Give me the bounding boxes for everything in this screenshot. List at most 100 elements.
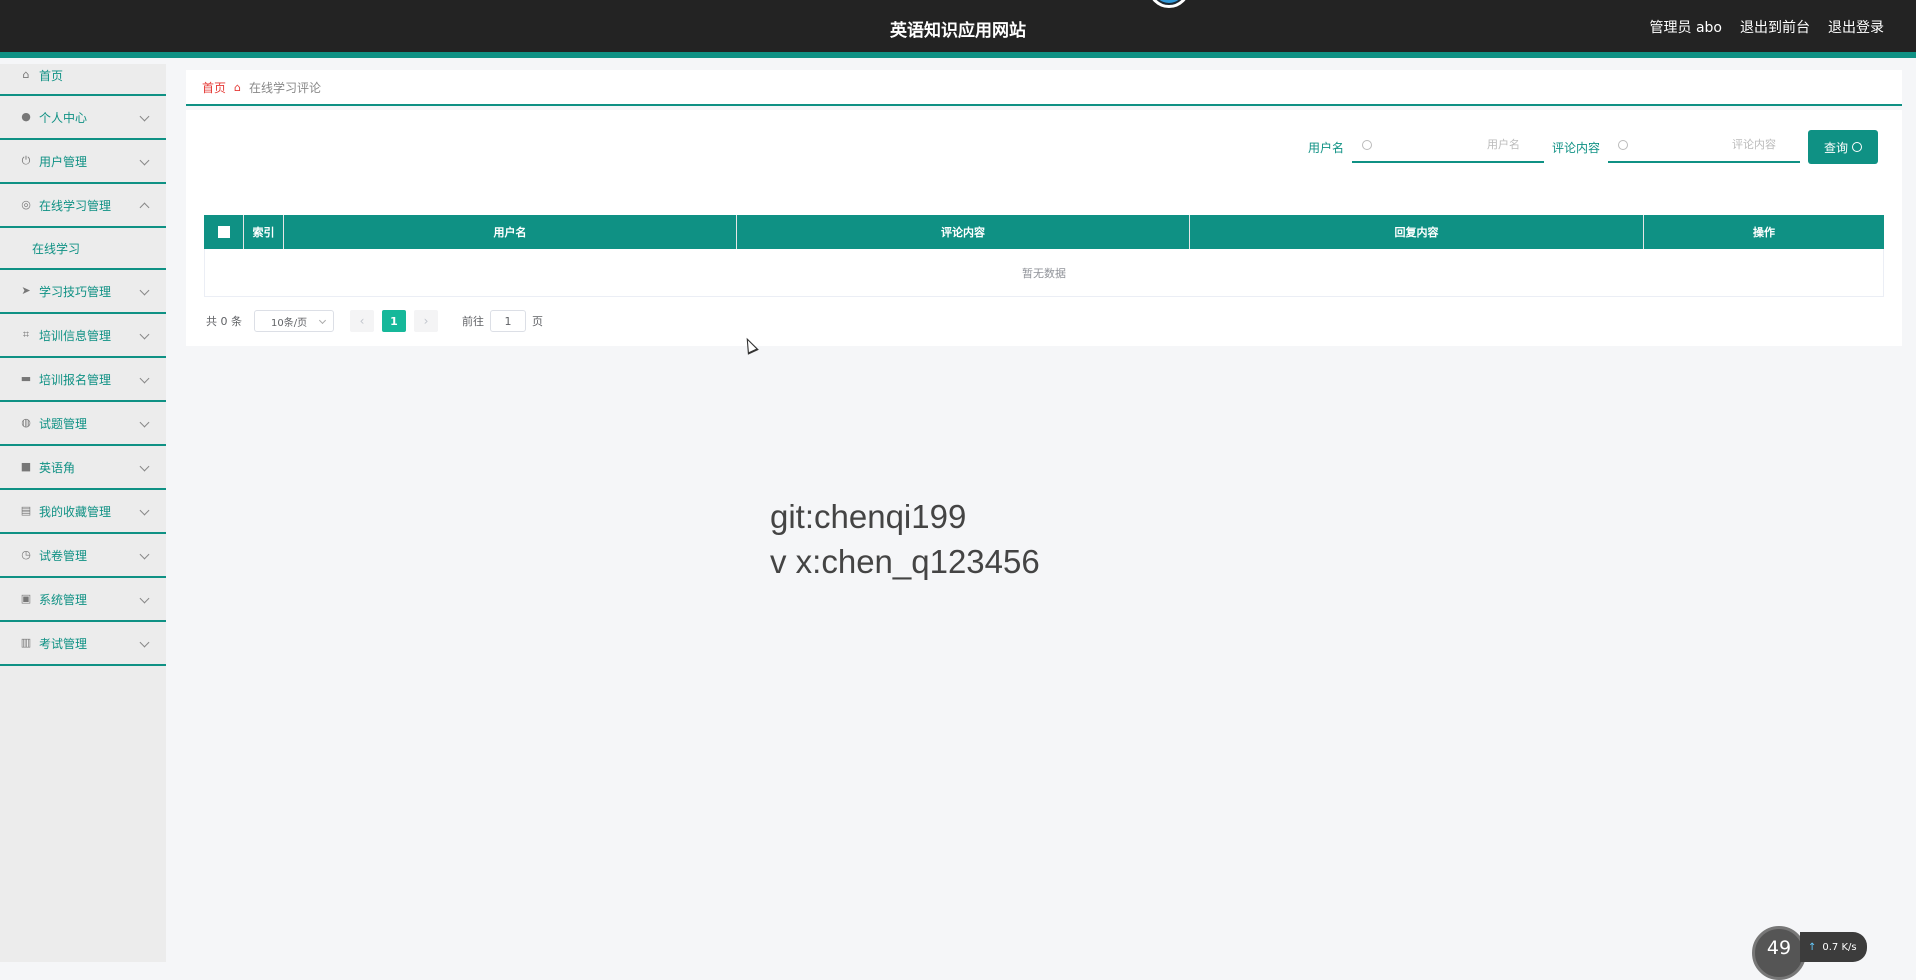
sidebar-item-exam-management[interactable]: ▥ 考试管理 [0,622,166,666]
query-button-label: 查询 [1823,140,1848,155]
header-actions: 管理员 abo 退出到前台 退出登录 [1650,17,1884,37]
main-panel: 用户名 评论内容 查询 索引 用户名 评论内容 回复内容 操作 暂无数据 共 0… [186,110,1902,346]
network-monitor: 49 ↑ 0.7 K/s [1752,922,1867,980]
page-number[interactable]: 1 [382,310,406,332]
sidebar-item-label: 系统管理 [39,592,88,607]
send-icon: ➤ [21,284,31,297]
clipboard-icon: ▥ [20,636,32,649]
col-comment: 评论内容 [737,215,1190,249]
logout-link[interactable]: 退出登录 [1828,17,1884,37]
sidebar-item-label: 培训信息管理 [39,328,112,343]
sidebar-item-user-management[interactable]: ⏻ 用户管理 [0,140,166,184]
sidebar-item-label: 首页 [39,68,64,83]
sidebar-item-label: 个人中心 [39,110,88,125]
chevron-down-icon [139,285,150,296]
user-icon: ● [21,110,31,123]
arrow-up-icon: ↑ [1808,941,1817,953]
sidebar-item-question-management[interactable]: ◍ 试题管理 [0,402,166,446]
watermark-text: git:chenqi199 v x:chen_q123456 [770,494,1040,584]
sidebar-item-paper-management[interactable]: ◷ 试卷管理 [0,534,166,578]
sidebar: ⌂ 首页 ● 个人中心 ⏻ 用户管理 ◎ 在线学习管理 在线学习 ➤ 学习技巧管… [0,64,166,962]
chevron-down-icon [139,417,150,428]
query-button[interactable]: 查询 [1808,130,1878,164]
sidebar-item-label: 培训报名管理 [39,372,112,387]
select-all-checkbox[interactable] [217,226,230,238]
power-icon: ⏻ [21,154,31,167]
chevron-up-icon [139,202,150,213]
comment-field [1608,131,1800,163]
search-icon [1852,142,1862,152]
chevron-down-icon [139,329,150,340]
sidebar-item-label: 学习技巧管理 [39,284,112,299]
sidebar-item-label: 英语角 [39,460,76,475]
sidebar-item-home[interactable]: ⌂ 首页 [0,56,166,96]
breadcrumb: 首页 ⌂ 在线学习评论 [186,70,1902,106]
compass-icon: ◎ [21,198,31,211]
total-count: 共 0 条 [206,315,242,328]
search-form: 用户名 评论内容 查询 [1308,130,1878,164]
chat-icon: ▬ [20,372,32,385]
next-page-button[interactable]: › [414,310,438,332]
home-icon: ⌂ [22,68,30,81]
page-size-select[interactable]: 10条/页 [254,310,334,332]
watermark-line2: v x:chen_q123456 [770,543,1040,580]
pagination: 共 0 条 10条/页 ‹ 1 › 前往 1 页 [206,310,543,332]
search-icon [1618,140,1628,150]
chevron-down-icon [139,461,150,472]
goto-input[interactable]: 1 [490,310,526,332]
sidebar-item-training-signup[interactable]: ▬ 培训报名管理 [0,358,166,402]
chevron-down-icon [139,373,150,384]
search-icon [1361,140,1372,150]
briefcase-icon: ■ [20,460,32,473]
top-header: 英语知识应用网站 管理员 abo 退出到前台 退出登录 [0,0,1916,58]
page-suffix: 页 [532,315,543,328]
sidebar-item-english-corner[interactable]: ■ 英语角 [0,446,166,490]
table-empty: 暂无数据 [204,249,1884,297]
breadcrumb-current: 在线学习评论 [249,80,322,95]
col-reply: 回复内容 [1190,215,1644,249]
sidebar-item-label: 考试管理 [39,636,88,651]
goto-label: 前往 [462,315,484,328]
select-all-cell[interactable] [204,215,244,249]
sidebar-item-study-tips[interactable]: ➤ 学习技巧管理 [0,270,166,314]
watermark-line1: git:chenqi199 [770,498,967,535]
chevron-down-icon [139,637,150,648]
col-actions: 操作 [1753,226,1775,239]
comment-input[interactable] [1654,137,1778,152]
network-speed: ↑ 0.7 K/s [1800,932,1867,962]
chevron-down-icon [139,593,150,604]
crop-icon: ⌗ [22,328,30,341]
prev-page-button[interactable]: ‹ [350,310,374,332]
sidebar-item-personal-center[interactable]: ● 个人中心 [0,96,166,140]
globe-icon: ◍ [21,416,31,429]
printer-icon: ▤ [20,504,32,517]
table-header: 索引 用户名 评论内容 回复内容 操作 [204,215,1884,249]
comments-table: 索引 用户名 评论内容 回复内容 操作 暂无数据 [204,215,1884,297]
username-input[interactable] [1397,137,1522,152]
sidebar-item-online-learning-management[interactable]: ◎ 在线学习管理 [0,184,166,228]
sidebar-item-system-management[interactable]: ▣ 系统管理 [0,578,166,622]
site-title: 英语知识应用网站 [890,21,1026,41]
chevron-down-icon [139,155,150,166]
sidebar-item-label: 我的收藏管理 [39,504,112,519]
sidebar-item-label: 用户管理 [39,154,88,169]
sidebar-item-my-favorites[interactable]: ▤ 我的收藏管理 [0,490,166,534]
logo-icon [1148,0,1190,8]
sidebar-item-label: 试题管理 [39,416,88,431]
sidebar-item-training-info[interactable]: ⌗ 培训信息管理 [0,314,166,358]
current-user: 管理员 abo [1649,20,1722,36]
username-field [1351,131,1544,163]
col-username: 用户名 [284,215,737,249]
back-to-front-link[interactable]: 退出到前台 [1740,17,1810,37]
network-gauge: 49 [1752,926,1806,980]
comment-label: 评论内容 [1551,140,1600,155]
sidebar-item-label: 试卷管理 [39,548,88,563]
breadcrumb-home[interactable]: 首页 [202,79,226,96]
document-icon: ▣ [20,592,32,605]
clock-icon: ◷ [21,548,31,561]
username-label: 用户名 [1307,140,1344,155]
network-speed-value: 0.7 K/s [1822,941,1857,953]
submenu-online-learning[interactable]: 在线学习 [0,228,166,270]
sidebar-item-label: 在线学习管理 [39,198,112,213]
col-index: 索引 [244,215,284,249]
